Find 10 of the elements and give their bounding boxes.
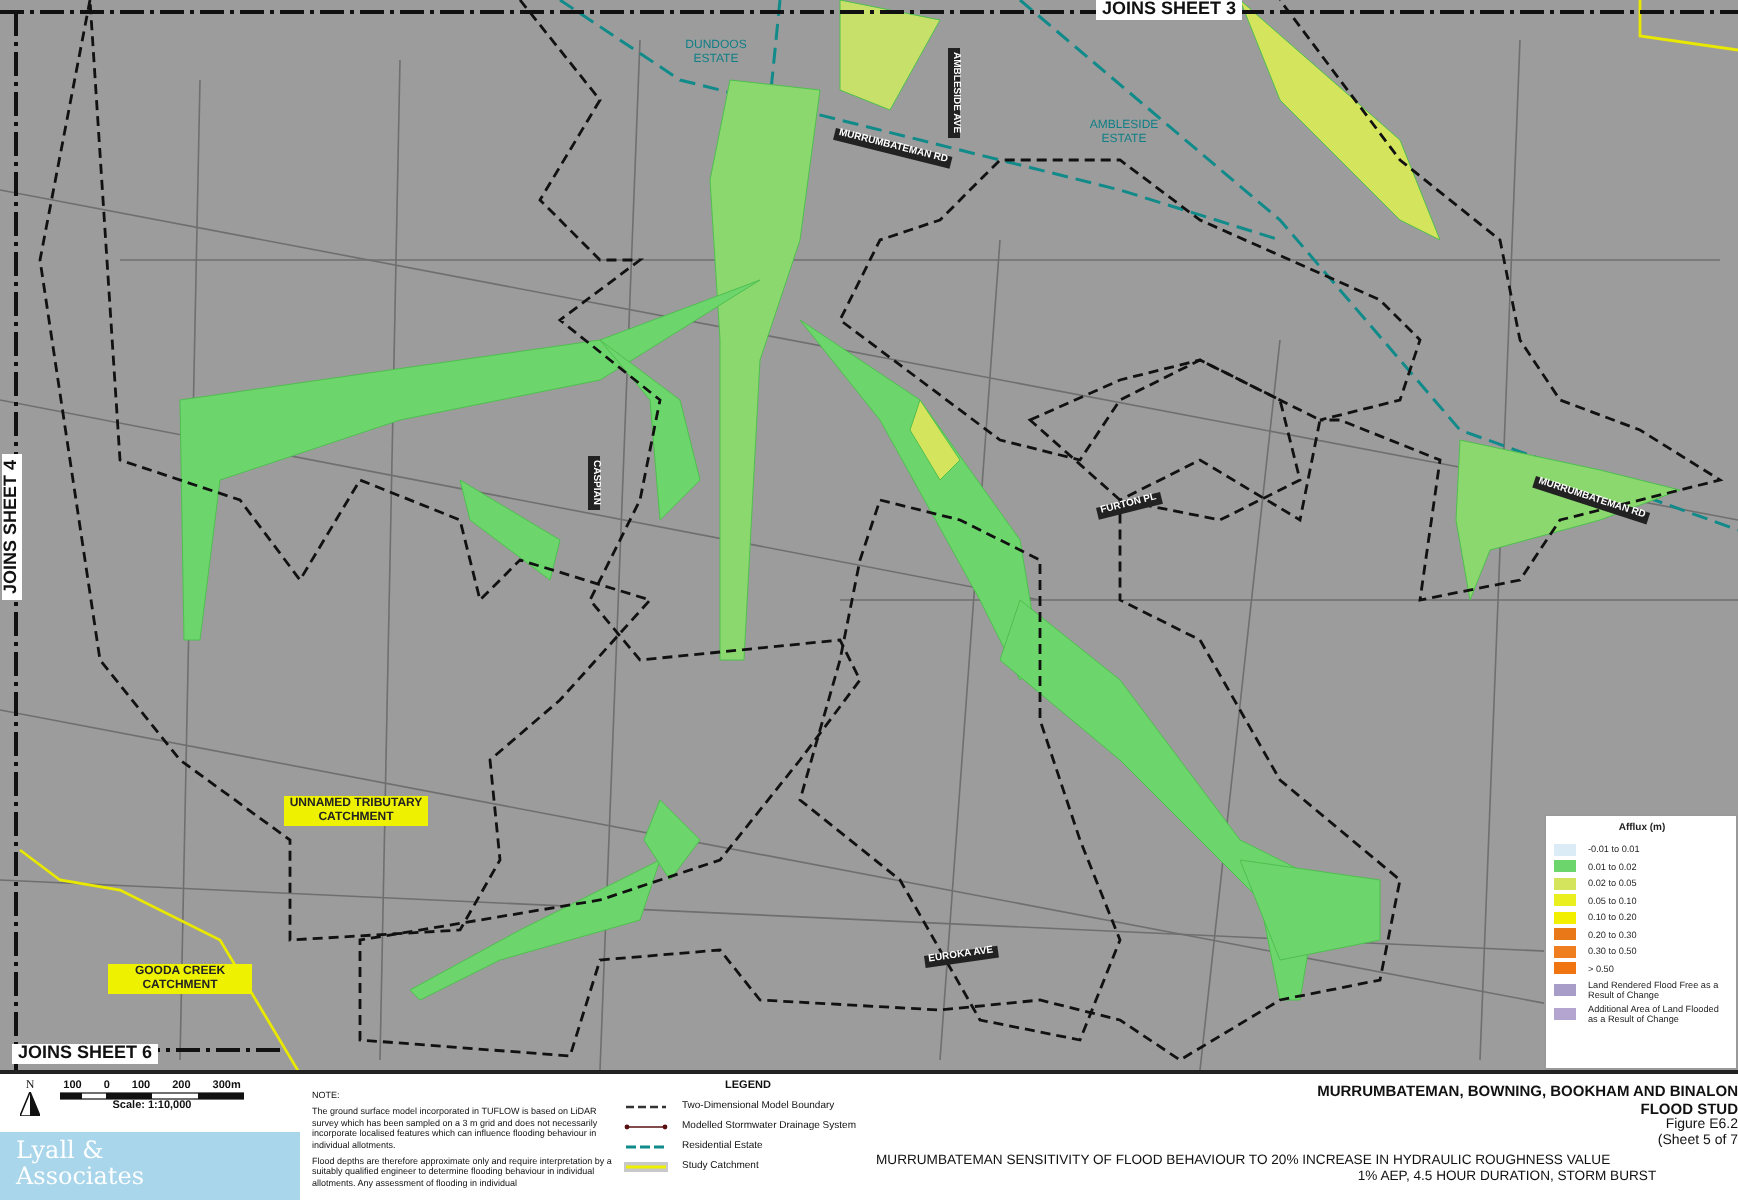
scale-bar-icon: [60, 1092, 244, 1100]
estate-line-icon: [624, 1141, 668, 1151]
sheet-join-label: JOINS SHEET 3: [1096, 0, 1243, 20]
drainage-line-icon: [624, 1121, 668, 1131]
sheet-join-label: JOINS SHEET 4: [2, 453, 22, 600]
north-arrow-icon: [20, 1092, 40, 1116]
boundary-line-icon: [624, 1101, 668, 1111]
sheet-join-label: JOINS SHEET 6: [12, 1044, 159, 1064]
catchment-line-icon: [624, 1161, 668, 1171]
company-logo: Lyall & Associates: [0, 1132, 300, 1200]
